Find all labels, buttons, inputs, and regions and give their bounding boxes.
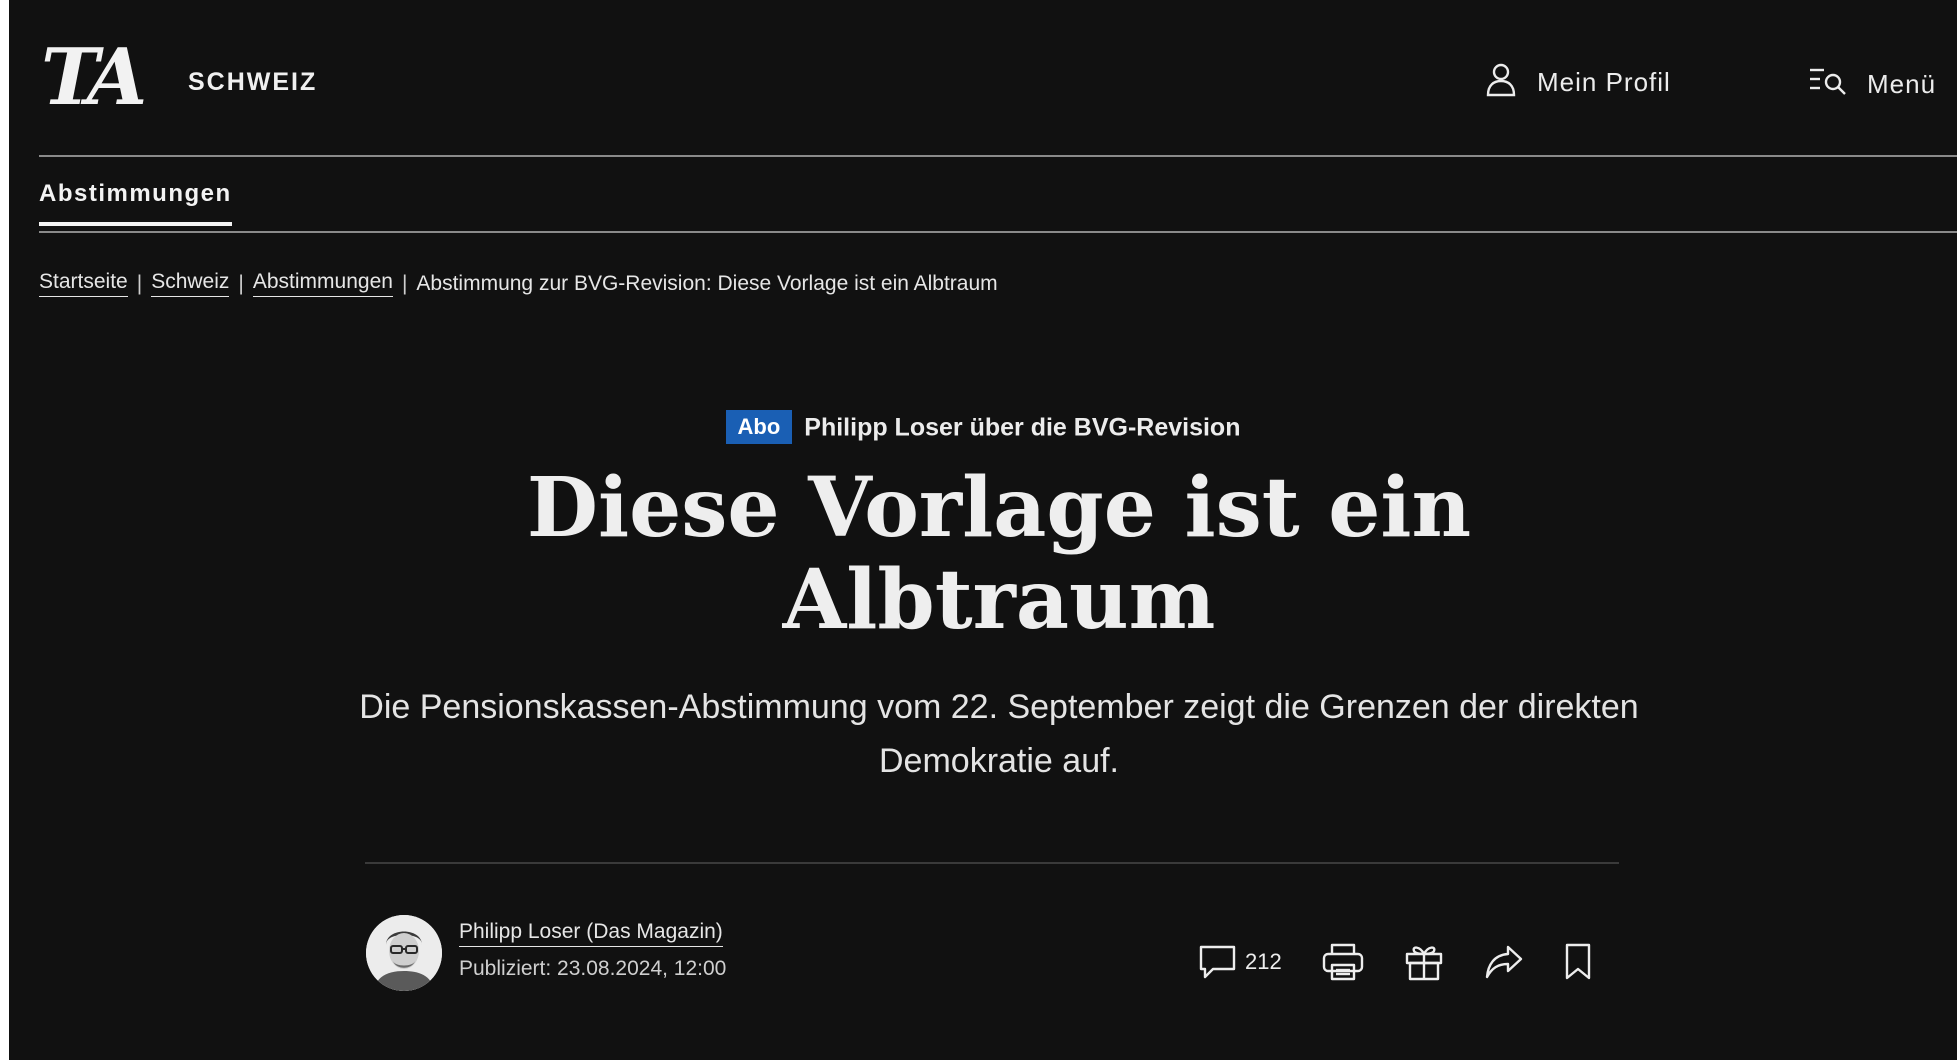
breadcrumb-link-abstimmungen[interactable]: Abstimmungen xyxy=(252,270,393,297)
breadcrumb-link-startseite[interactable]: Startseite xyxy=(39,270,128,297)
page-frame: TA SCHWEIZ Mein Profil Menü Abstimmungen… xyxy=(9,0,1957,1060)
kicker-text: Philipp Loser über die BVG-Revision xyxy=(804,413,1241,442)
breadcrumb-current: Abstimmung zur BVG-Revision: Diese Vorla… xyxy=(416,271,998,295)
bookmark-icon xyxy=(1564,943,1592,981)
subnav-item-abstimmungen[interactable]: Abstimmungen xyxy=(39,180,232,226)
site-logo[interactable]: TA xyxy=(41,30,147,125)
share-icon xyxy=(1484,943,1524,981)
comment-icon xyxy=(1199,944,1237,980)
sub-navigation: Abstimmungen xyxy=(39,170,1957,232)
breadcrumb-separator: | xyxy=(238,271,244,295)
author-avatar[interactable] xyxy=(366,915,442,991)
header-divider xyxy=(39,155,1957,157)
author-link[interactable]: Philipp Loser (Das Magazin) xyxy=(459,920,723,947)
article-headline: Diese Vorlage ist ein Albtraum xyxy=(526,460,1472,648)
article-actions: 212 xyxy=(1199,940,1592,984)
breadcrumb-separator: | xyxy=(136,271,143,295)
comment-count: 212 xyxy=(1245,949,1282,974)
print-button[interactable] xyxy=(1322,942,1364,982)
menu-label: Menü xyxy=(1867,68,1937,99)
breadcrumb-link-schweiz[interactable]: Schweiz xyxy=(151,270,230,297)
byline-divider xyxy=(365,862,1619,864)
breadcrumb-separator: | xyxy=(401,271,408,295)
menu-button[interactable]: Menü xyxy=(1809,64,1936,104)
abo-badge: Abo xyxy=(725,410,793,444)
menu-search-icon xyxy=(1809,66,1847,103)
comments-button[interactable]: 212 xyxy=(1199,944,1282,980)
print-icon xyxy=(1322,942,1364,982)
person-icon xyxy=(1485,61,1517,104)
published-date: Publiziert: 23.08.2024, 12:00 xyxy=(459,957,727,980)
article-kicker: Abo Philipp Loser über die BVG-Revision xyxy=(9,410,1957,446)
subnav-divider xyxy=(39,231,1957,233)
section-title[interactable]: SCHWEIZ xyxy=(188,68,317,97)
profile-label: Mein Profil xyxy=(1537,66,1671,97)
share-button[interactable] xyxy=(1484,943,1524,981)
site-header: TA SCHWEIZ Mein Profil Menü xyxy=(9,0,1957,158)
gift-icon xyxy=(1404,942,1444,982)
gift-button[interactable] xyxy=(1404,942,1444,982)
profile-button[interactable]: Mein Profil xyxy=(1485,62,1671,102)
breadcrumb: Startseite | Schweiz | Abstimmungen | Ab… xyxy=(39,270,998,297)
bookmark-button[interactable] xyxy=(1564,943,1592,981)
article-lead: Die Pensionskassen-Abstimmung vom 22. Se… xyxy=(359,688,1639,780)
